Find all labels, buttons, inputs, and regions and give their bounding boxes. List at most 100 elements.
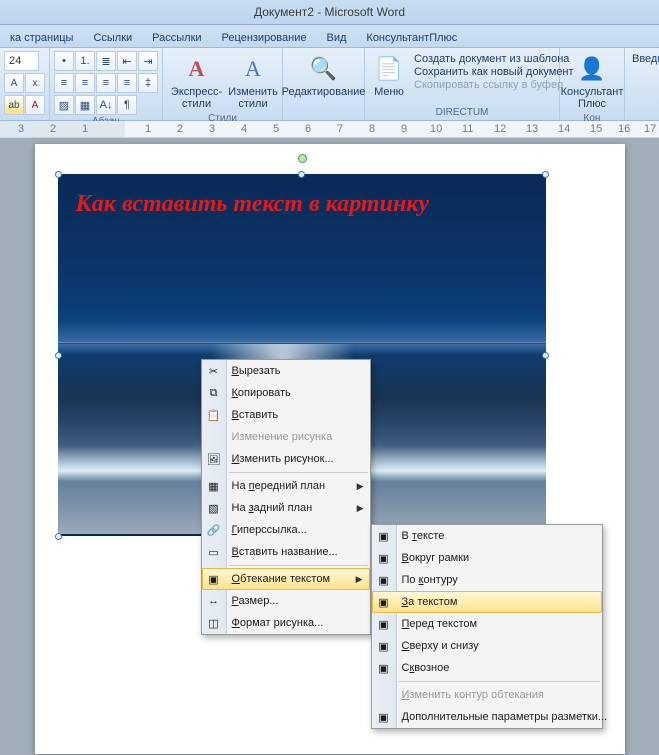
ribbon: 24 A x ab A • 1. ≣ ⇤ ⇥ ≡ ≡ ≡ bbox=[0, 48, 659, 121]
ctx-item-back[interactable]: ▧На задний план▶ bbox=[202, 497, 370, 519]
resize-handle-n[interactable] bbox=[298, 171, 305, 178]
tight-icon: ▣ bbox=[376, 572, 392, 588]
wrap-item-inline[interactable]: ▣В тексте bbox=[372, 525, 602, 547]
shading-button[interactable]: ▨ bbox=[54, 95, 74, 115]
konsultant-button[interactable]: 👤 Консультант Плюс bbox=[564, 51, 620, 112]
wrap-item-behind[interactable]: ▣За текстом bbox=[372, 591, 602, 613]
ribbon-group-editing: 🔍 Редактирование bbox=[283, 48, 365, 120]
multilevel-button[interactable]: ≣ bbox=[96, 51, 116, 71]
ctx-item-caption[interactable]: ▭Вставить название... bbox=[202, 541, 370, 563]
wrap-submenu: ▣В тексте▣Вокруг рамки▣По контуру▣За тек… bbox=[371, 524, 603, 729]
bullets-button[interactable]: • bbox=[54, 51, 74, 71]
resize-handle-nw[interactable] bbox=[55, 171, 62, 178]
window-title: Документ2 - Microsoft Word bbox=[254, 5, 405, 19]
inline-icon: ▣ bbox=[376, 528, 392, 544]
paste-icon: 📋 bbox=[206, 407, 222, 423]
wrap-item-tight[interactable]: ▣По контуру bbox=[372, 569, 602, 591]
clear-format-button[interactable]: A bbox=[4, 73, 24, 93]
align-center-button[interactable]: ≡ bbox=[75, 73, 95, 93]
through-icon: ▣ bbox=[376, 660, 392, 676]
tab-review[interactable]: Рецензирование bbox=[212, 28, 317, 47]
change-styles-icon: A bbox=[237, 53, 269, 85]
ribbon-tabstrip: ка страницы Ссылки Рассылки Рецензирован… bbox=[0, 25, 659, 48]
wrap-item-topbot[interactable]: ▣Сверху и снизу bbox=[372, 635, 602, 657]
front-icon: ▣ bbox=[376, 616, 392, 632]
tab-konsultant[interactable]: КонсультантПлюс bbox=[356, 28, 467, 47]
link-copy-buffer[interactable]: Скопировать ссылку в буфер bbox=[414, 79, 574, 91]
ctx-item-changepic[interactable]: 🖼Изменить рисунок... bbox=[202, 448, 370, 470]
ctx-item-front[interactable]: ▦На передний план▶ bbox=[202, 475, 370, 497]
document-canvas[interactable]: Как вставить текст в картинку ✂Вырезать⧉… bbox=[0, 138, 659, 755]
wrap-item-front[interactable]: ▣Перед текстом bbox=[372, 613, 602, 635]
font-dec-button[interactable]: x bbox=[25, 73, 45, 93]
ctx-item-hyper[interactable]: 🔗Гиперссылка... bbox=[202, 519, 370, 541]
ctx-item-format[interactable]: ◫Формат рисунка... bbox=[202, 612, 370, 634]
tab-links[interactable]: Ссылки bbox=[83, 28, 142, 47]
change-styles-button[interactable]: A Изменить стили bbox=[228, 51, 278, 112]
square-icon: ▣ bbox=[376, 550, 392, 566]
topbot-icon: ▣ bbox=[376, 638, 392, 654]
ctx-item-editpic: Изменение рисунка bbox=[202, 426, 370, 448]
resize-handle-e[interactable] bbox=[542, 352, 549, 359]
behind-icon: ▣ bbox=[376, 594, 392, 610]
indent-inc-button[interactable]: ⇥ bbox=[138, 51, 158, 71]
menu-button[interactable]: 📄 Меню bbox=[369, 51, 409, 100]
menu-icon: 📄 bbox=[373, 53, 405, 85]
numbering-button[interactable]: 1. bbox=[75, 51, 95, 71]
align-left-button[interactable]: ≡ bbox=[54, 73, 74, 93]
link-save-new[interactable]: Сохранить как новый документ bbox=[414, 66, 574, 78]
wrap-item-square[interactable]: ▣Вокруг рамки bbox=[372, 547, 602, 569]
ribbon-group-styles: A Экспресс-стили A Изменить стили Стили bbox=[163, 48, 283, 120]
ribbon-group-konsultant: 👤 Консультант Плюс Кон bbox=[560, 48, 625, 120]
indent-dec-button[interactable]: ⇤ bbox=[117, 51, 137, 71]
cut-icon: ✂ bbox=[206, 363, 222, 379]
sort-button[interactable]: A↓ bbox=[96, 95, 116, 115]
wrap-item-editwrap: Изменить контур обтекания bbox=[372, 684, 602, 706]
editing-button[interactable]: 🔍 Редактирование bbox=[287, 51, 360, 100]
ctx-item-separator bbox=[229, 565, 368, 566]
wrap-item-more[interactable]: ▣Дополнительные параметры разметки... bbox=[372, 706, 602, 728]
group-label-directum: DIRECTUM bbox=[369, 106, 555, 120]
tab-page-layout[interactable]: ка страницы bbox=[0, 28, 83, 47]
image-horizon bbox=[58, 342, 546, 344]
more-icon: ▣ bbox=[376, 709, 392, 725]
rotate-handle[interactable] bbox=[298, 154, 307, 163]
link-create-template[interactable]: Создать документ из шаблона bbox=[414, 53, 574, 65]
font-color-button[interactable]: A bbox=[25, 95, 45, 115]
copy-icon: ⧉ bbox=[206, 385, 222, 401]
wrap-item-separator bbox=[399, 681, 600, 682]
ribbon-group-overflow: Введит bbox=[625, 48, 659, 120]
hyper-icon: 🔗 bbox=[206, 522, 222, 538]
ctx-item-wrap[interactable]: ▣Обтекание текстом▶ bbox=[202, 568, 370, 590]
express-styles-icon: A bbox=[181, 53, 213, 85]
highlight-button[interactable]: ab bbox=[4, 95, 24, 115]
ctx-item-size[interactable]: ↔Размер... bbox=[202, 590, 370, 612]
link-vvedit[interactable]: Введит bbox=[632, 53, 659, 65]
ribbon-group-font: 24 A x ab A bbox=[0, 48, 50, 120]
ctx-item-paste[interactable]: 📋Вставить bbox=[202, 404, 370, 426]
align-right-button[interactable]: ≡ bbox=[96, 73, 116, 93]
express-styles-button[interactable]: A Экспресс-стили bbox=[167, 51, 226, 112]
show-marks-button[interactable]: ¶ bbox=[117, 95, 137, 115]
document-page[interactable]: Как вставить текст в картинку ✂Вырезать⧉… bbox=[35, 144, 625, 754]
horizontal-ruler[interactable]: 3 2 1 1 2 3 4 5 6 7 8 9 10 11 12 13 14 1… bbox=[0, 121, 659, 138]
resize-handle-w[interactable] bbox=[55, 352, 62, 359]
line-spacing-button[interactable]: ‡ bbox=[138, 73, 158, 93]
borders-button[interactable]: ▦ bbox=[75, 95, 95, 115]
wrap-item-through[interactable]: ▣Сквозное bbox=[372, 657, 602, 679]
tab-view[interactable]: Вид bbox=[317, 28, 357, 47]
align-justify-button[interactable]: ≡ bbox=[117, 73, 137, 93]
ribbon-group-paragraph: • 1. ≣ ⇤ ⇥ ≡ ≡ ≡ ≡ ‡ ▨ ▦ A↓ ¶ Абзац bbox=[50, 48, 163, 120]
image-overlay-text: Как вставить текст в картинку bbox=[76, 190, 430, 219]
ribbon-group-directum: 📄 Меню Создать документ из шаблона Сохра… bbox=[365, 48, 560, 120]
tab-mailings[interactable]: Рассылки bbox=[142, 28, 211, 47]
ctx-item-copy[interactable]: ⧉Копировать bbox=[202, 382, 370, 404]
size-icon: ↔ bbox=[206, 593, 222, 609]
font-size-combo[interactable]: 24 bbox=[4, 51, 39, 71]
submenu-arrow-icon: ▶ bbox=[357, 481, 364, 492]
resize-handle-sw[interactable] bbox=[55, 533, 62, 540]
submenu-arrow-icon: ▶ bbox=[356, 574, 363, 585]
resize-handle-ne[interactable] bbox=[542, 171, 549, 178]
ctx-item-cut[interactable]: ✂Вырезать bbox=[202, 360, 370, 382]
submenu-arrow-icon: ▶ bbox=[357, 503, 364, 514]
